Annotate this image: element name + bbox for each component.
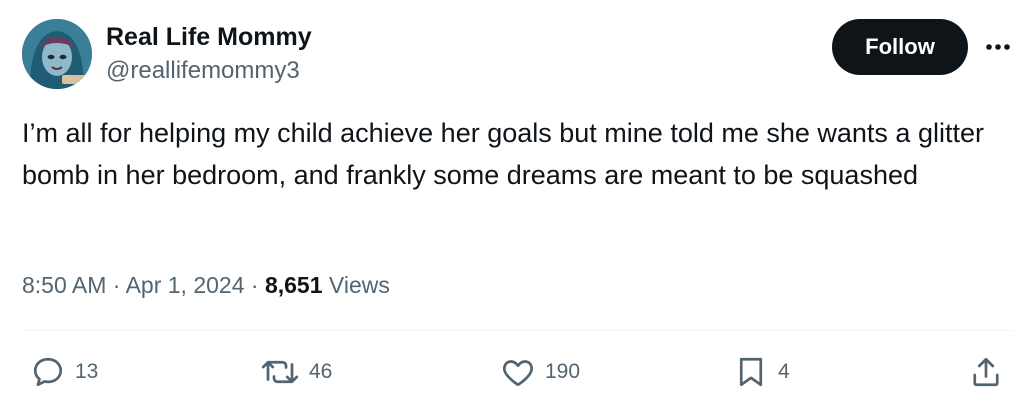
reply-button[interactable]: 13 <box>30 352 98 392</box>
repost-button[interactable]: 46 <box>260 352 332 392</box>
reply-count: 13 <box>75 360 99 383</box>
reply-icon <box>33 357 63 387</box>
like-button[interactable]: 190 <box>500 352 580 392</box>
more-icon[interactable] <box>984 36 1012 58</box>
avatar[interactable] <box>22 19 92 89</box>
tweet-date[interactable]: Apr 1, 2024 <box>126 272 245 298</box>
like-icon <box>502 360 534 387</box>
bookmark-icon <box>739 357 763 387</box>
views-count: 8,651 <box>264 272 323 298</box>
share-icon <box>973 357 999 387</box>
tweet-time[interactable]: 8:50 AM <box>22 272 106 298</box>
follow-button[interactable]: Follow <box>832 19 968 75</box>
repost-count: 46 <box>309 360 333 383</box>
tweet-text: I’m all for helping my child achieve her… <box>22 118 984 190</box>
like-count: 190 <box>545 360 581 383</box>
views-label: Views <box>328 272 390 298</box>
avatar-image <box>22 19 92 89</box>
meta-separator: · <box>250 272 259 298</box>
repost-icon <box>261 360 299 384</box>
bookmark-count: 4 <box>778 360 790 383</box>
divider <box>22 330 1012 331</box>
author-handle[interactable]: @reallifemommy3 <box>106 56 300 86</box>
bookmark-button[interactable]: 4 <box>733 352 790 392</box>
tweet-meta: 8:50 AM · Apr 1, 2024 · 8,651 Views <box>22 268 390 302</box>
share-button[interactable] <box>968 352 1004 392</box>
meta-separator: · <box>112 272 121 298</box>
author-name[interactable]: Real Life Mommy <box>106 22 312 52</box>
